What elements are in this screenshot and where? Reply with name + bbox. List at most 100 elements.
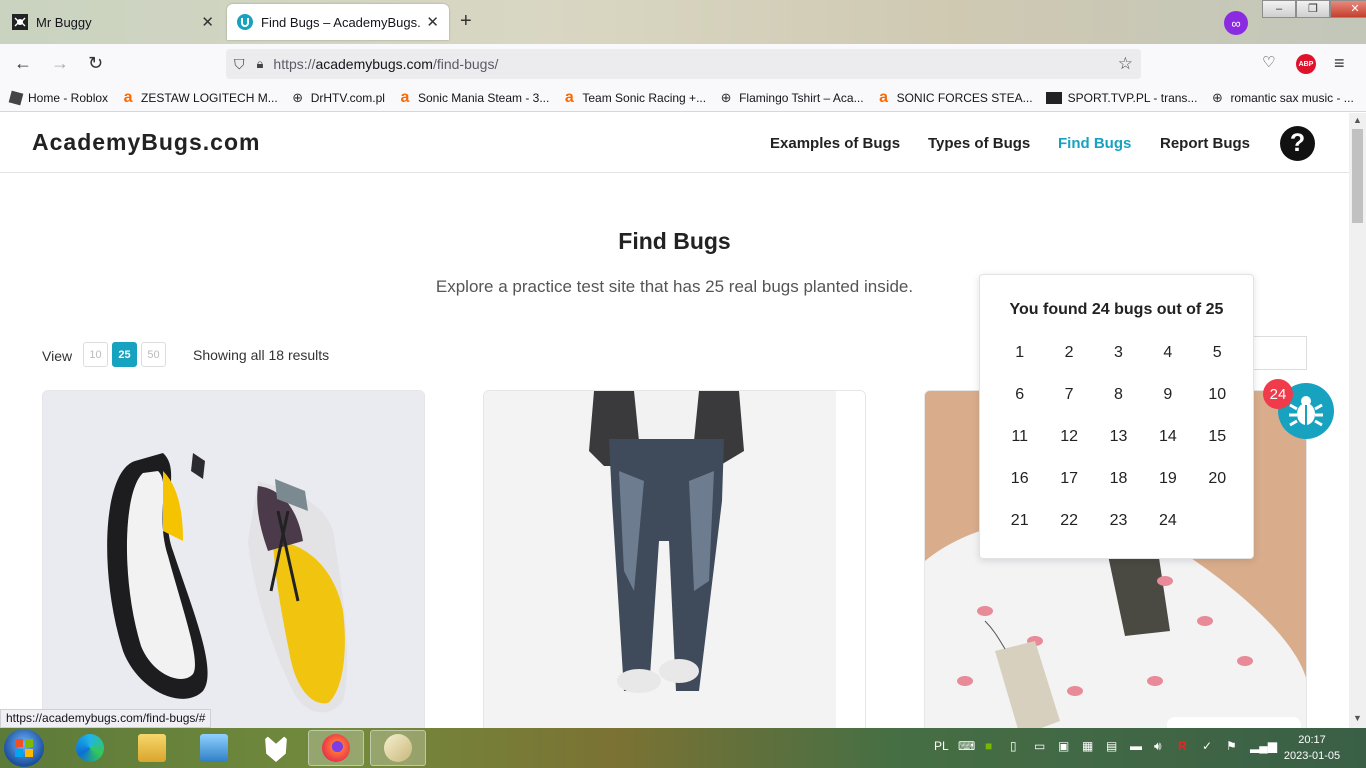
tab-title: Mr Buggy [36,14,92,30]
close-tab-icon[interactable]: ✕ [426,13,439,31]
maximize-icon[interactable]: ❐ [1296,0,1330,18]
site-header: AcademyBugs.com Examples of Bugs Types o… [0,113,1349,173]
taskbar-fox-app[interactable] [248,730,304,766]
found-bug-number[interactable]: 14 [1143,425,1192,448]
bookmark-item[interactable]: a SONIC FORCES STEA... [877,88,1032,106]
found-bug-number[interactable]: 21 [995,509,1044,532]
found-bug-number[interactable]: 18 [1094,467,1143,490]
bookmark-item[interactable]: a ZESTAW LOGITECH M... [121,89,278,106]
volume-icon[interactable]: 🔊︎ [1154,739,1162,754]
taskbar-paint[interactable] [370,730,426,766]
found-bug-number[interactable]: 17 [1044,467,1093,490]
page-size-10[interactable]: 10 [83,342,108,367]
found-bug-number[interactable]: 23 [1094,509,1143,532]
nvidia-icon[interactable]: ■ [985,739,992,753]
cart-bar[interactable] [1167,717,1301,728]
back-arrow-icon[interactable]: ← [14,53,32,74]
bookmark-item[interactable]: a Sonic Mania Steam - 3... [398,89,550,106]
address-bar[interactable]: ⛉ 🔒︎ https://academybugs.com/find-bugs/ … [226,49,1141,79]
security-icon[interactable]: ✓ [1202,739,1212,753]
taskbar-firefox[interactable] [308,730,364,766]
found-bug-number[interactable]: 7 [1044,383,1093,406]
usb-icon[interactable]: ▯ [1010,739,1017,753]
pocket-icon[interactable]: ♡ [1262,53,1275,71]
display-icon[interactable]: ▭ [1034,739,1045,753]
found-bug-number[interactable]: 10 [1193,383,1242,406]
page-size-50[interactable]: 50 [141,342,166,367]
tab-mr-buggy[interactable]: Mr Buggy ✕ [2,4,224,40]
page-scrollbar[interactable]: ▲ ▼ [1349,113,1366,728]
found-bug-number[interactable]: 1 [995,341,1044,364]
help-question-icon[interactable]: ? [1280,126,1315,161]
found-bug-number[interactable]: 20 [1193,467,1242,490]
page-size-25[interactable]: 25 [112,342,137,367]
nav-find-bugs[interactable]: Find Bugs [1058,135,1131,152]
scrollbar-thumb[interactable] [1352,129,1363,223]
close-tab-icon[interactable]: ✕ [201,13,214,31]
nav-types-of-bugs[interactable]: Types of Bugs [928,135,1030,152]
found-bug-number[interactable]: 9 [1143,383,1192,406]
network-adapter-icon[interactable]: ▣ [1058,739,1069,753]
start-button[interactable] [4,729,44,767]
found-bug-number[interactable]: 4 [1143,341,1192,364]
fox-icon [264,734,288,762]
taskbar-control-panel[interactable] [186,730,242,766]
taskbar-edge[interactable] [62,730,118,766]
found-bug-number[interactable]: 15 [1193,425,1242,448]
tab-find-bugs[interactable]: Find Bugs – AcademyBugs.com ✕ [227,4,449,40]
site-logo[interactable]: AcademyBugs.com [32,129,260,156]
control-panel-icon [200,734,228,762]
reload-icon[interactable]: ↻ [88,53,103,74]
found-bug-number[interactable]: 24 [1143,509,1192,532]
found-bug-number[interactable]: 16 [995,467,1044,490]
found-bug-number[interactable]: 11 [995,425,1044,448]
found-bug-number[interactable]: 6 [995,383,1044,406]
shield-icon[interactable]: ⛉ [234,56,245,73]
tab-title: Find Bugs – AcademyBugs.com [261,14,421,30]
amazon-icon: a [879,88,889,106]
bug-tracker-popup: You found 24 bugs out of 25 1 2 3 4 5 6 7 8 9 10 1… [979,274,1254,559]
bookmark-item[interactable]: ⊕ Flamingo Tshirt – Aca... [719,90,864,105]
found-bug-number[interactable]: 8 [1094,383,1143,406]
found-bug-number[interactable]: 3 [1094,341,1143,364]
found-bug-number[interactable]: 5 [1193,341,1242,364]
signal-bars-icon[interactable]: ▂▄▆ [1250,739,1277,753]
close-window-icon[interactable]: ✕ [1330,0,1366,18]
bookmark-item[interactable]: ⊕ romantic sax music - ... [1210,90,1354,105]
taskbar-explorer[interactable] [124,730,180,766]
scroll-up-icon[interactable]: ▲ [1353,115,1362,125]
battery-icon[interactable]: ▤ [1106,739,1117,753]
forward-arrow-icon[interactable]: → [51,53,69,74]
nav-examples-of-bugs[interactable]: Examples of Bugs [770,135,900,152]
lock-icon[interactable]: 🔒︎ [257,56,264,72]
menu-hamburger-icon[interactable]: ≡ [1334,53,1345,74]
adblock-plus-icon[interactable]: ABP [1296,54,1316,74]
action-center-flag-icon[interactable]: ⚑ [1226,739,1237,753]
found-bug-number[interactable]: 12 [1044,425,1093,448]
bookmark-item[interactable]: SPORT.TVP.PL - trans... [1045,91,1197,105]
paint-palette-icon [384,734,412,762]
sneakers-image[interactable] [43,391,425,728]
found-bug-number[interactable]: 19 [1143,467,1192,490]
new-tab-icon[interactable]: + [460,10,472,33]
bookmark-item[interactable]: ⊕ DrHTV.com.pl [291,90,385,105]
product-card-sneakers[interactable] [42,390,425,728]
keyboard-icon[interactable]: ⌨ [958,739,975,753]
product-card-jeans[interactable] [483,390,866,728]
url-text[interactable]: https://academybugs.com/find-bugs/ [273,56,498,72]
found-bug-number[interactable]: 22 [1044,509,1093,532]
bookmark-star-icon[interactable]: ☆ [1118,54,1133,74]
calculator-icon[interactable]: ▦ [1082,739,1093,753]
antivirus-icon[interactable]: R [1178,739,1187,753]
device-icon[interactable]: ▬ [1130,739,1142,753]
language-indicator[interactable]: PL [934,739,949,753]
bookmark-item[interactable]: a Team Sonic Racing +... [562,89,706,106]
bookmark-item[interactable]: Home - Roblox [8,90,108,105]
jeans-model-image[interactable] [484,391,866,728]
found-bug-number[interactable]: 2 [1044,341,1093,364]
scroll-down-icon[interactable]: ▼ [1353,713,1362,723]
clock[interactable]: 20:17 2023-01-05 [1280,732,1344,764]
found-bug-number[interactable]: 13 [1094,425,1143,448]
nav-report-bugs[interactable]: Report Bugs [1160,135,1250,152]
minimize-icon[interactable]: – [1262,0,1296,18]
